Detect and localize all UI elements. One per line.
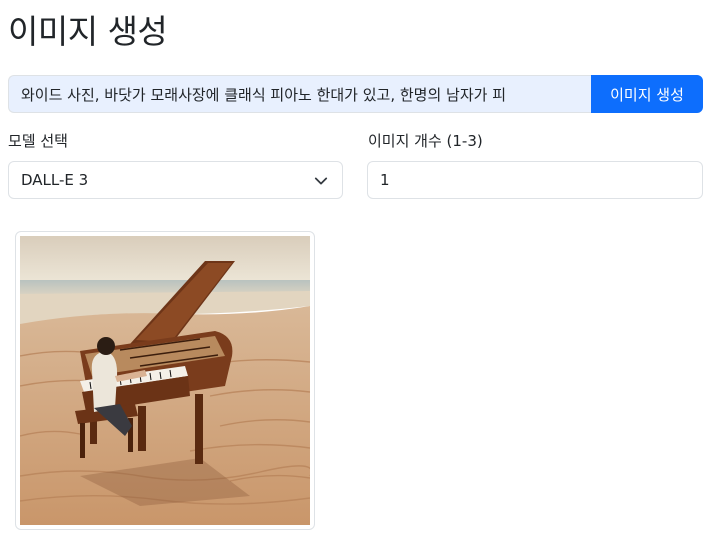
chevron-down-icon [314,177,328,185]
model-select[interactable]: DALL-E 3 [8,161,343,199]
generated-image [20,236,310,525]
model-select-label: 모델 선택 [8,132,68,150]
prompt-input-group: 와이드 사진, 바닷가 모래사장에 클래식 피아노 한대가 있고, 한명의 남자… [8,75,703,113]
page-title: 이미지 생성 [8,12,168,51]
generate-image-button[interactable]: 이미지 생성 [591,75,703,113]
image-count-label: 이미지 개수 (1-3) [368,132,483,150]
generated-image-card[interactable] [15,231,315,530]
prompt-input[interactable]: 와이드 사진, 바닷가 모래사장에 클래식 피아노 한대가 있고, 한명의 남자… [8,75,591,113]
image-count-input[interactable]: 1 [367,161,703,199]
model-select-value: DALL-E 3 [21,171,89,189]
